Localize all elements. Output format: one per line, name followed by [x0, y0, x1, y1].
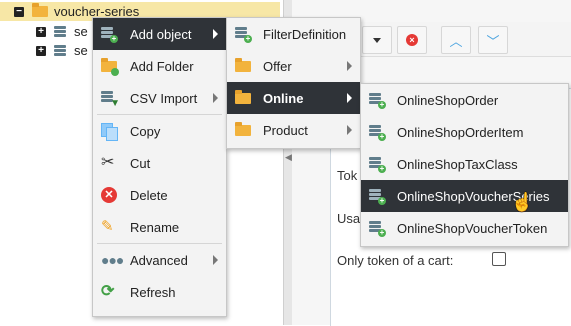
- class-icon: +: [369, 156, 386, 173]
- add-object-icon: +: [101, 26, 118, 43]
- class-icon: +: [369, 220, 386, 237]
- move-up-button[interactable]: ︿: [441, 26, 471, 54]
- only-token-checkbox[interactable]: [492, 252, 506, 266]
- class-icon: +: [235, 26, 252, 43]
- rename-icon: ✎: [101, 218, 114, 235]
- folder-icon: [235, 90, 251, 106]
- menu-item-onlineshoporder[interactable]: + OnlineShopOrder: [361, 84, 568, 116]
- tree-item[interactable]: + se: [36, 22, 88, 41]
- menu-item-csv-import[interactable]: ▼ CSV Import: [93, 82, 226, 114]
- submenu-arrow-icon: [213, 29, 218, 39]
- cut-icon: ✂: [101, 154, 115, 171]
- hand-cursor-icon: ☝: [511, 192, 534, 212]
- class-icon: [54, 44, 68, 58]
- class-icon: +: [369, 92, 386, 109]
- class-icon: [54, 25, 68, 39]
- copy-icon: [101, 123, 118, 141]
- chevron-up-icon: ︿: [449, 33, 463, 49]
- field-label: Only token of a cart:: [337, 253, 454, 268]
- menu-item-filterdefinition[interactable]: + FilterDefinition: [227, 18, 360, 50]
- menu-item-offer[interactable]: Offer: [227, 50, 360, 82]
- menu-item-online[interactable]: Online: [227, 82, 360, 114]
- menu-item-copy[interactable]: Copy: [93, 115, 226, 147]
- menu-item-cut[interactable]: ✂ Cut: [93, 147, 226, 179]
- add-object-submenu: + FilterDefinition Offer Online Product: [226, 17, 361, 149]
- delete-icon: ✕: [101, 187, 117, 203]
- menu-item-add-object[interactable]: + Add object: [93, 18, 226, 50]
- menu-item-rename[interactable]: ✎ Rename: [93, 211, 226, 243]
- menu-item-onlineshoptaxclass[interactable]: + OnlineShopTaxClass: [361, 148, 568, 180]
- class-icon: +: [369, 124, 386, 141]
- chevron-down-icon: [373, 37, 381, 43]
- tree-item[interactable]: + se: [36, 41, 88, 60]
- menu-item-refresh[interactable]: ⟳ Refresh: [93, 276, 226, 308]
- dropdown-button[interactable]: [362, 26, 392, 54]
- field-label: Usa: [337, 211, 361, 226]
- menu-item-advanced[interactable]: ●●● Advanced: [93, 244, 226, 276]
- delete-button[interactable]: ×: [397, 26, 427, 54]
- tree-item-label[interactable]: se: [74, 24, 88, 39]
- refresh-icon: ⟳: [101, 283, 115, 300]
- submenu-arrow-icon: [213, 93, 218, 103]
- move-down-button[interactable]: ﹀: [478, 26, 508, 54]
- context-menu: + Add object Add Folder ▼ CSV Import Cop…: [92, 17, 227, 317]
- tree-item-label[interactable]: se: [74, 43, 88, 58]
- menu-item-onlineshopvouchertoken[interactable]: + OnlineShopVoucherToken: [361, 212, 568, 244]
- chevron-down-icon: ﹀: [486, 33, 500, 49]
- collapse-toggle-icon[interactable]: −: [14, 6, 24, 17]
- expand-toggle-icon[interactable]: +: [36, 45, 46, 56]
- submenu-arrow-icon: [347, 61, 352, 71]
- menu-item-product[interactable]: Product: [227, 114, 360, 146]
- class-icon: +: [369, 188, 386, 205]
- menu-item-onlineshopvoucherseries[interactable]: + OnlineShopVoucherSeries ☝: [361, 180, 568, 212]
- expand-toggle-icon[interactable]: +: [36, 26, 46, 37]
- submenu-arrow-icon: [213, 255, 218, 265]
- folder-icon: [32, 3, 48, 17]
- submenu-arrow-icon: [347, 125, 352, 135]
- menu-item-onlineshoporderitem[interactable]: + OnlineShopOrderItem: [361, 116, 568, 148]
- delete-icon: ×: [406, 34, 418, 46]
- add-folder-icon: [101, 58, 119, 76]
- submenu-arrow-icon: [347, 93, 352, 103]
- field-label: Tok: [337, 168, 358, 183]
- csv-import-icon: ▼: [101, 90, 120, 109]
- menu-item-add-folder[interactable]: Add Folder: [93, 50, 226, 82]
- more-icon: ●●●: [101, 252, 124, 268]
- folder-icon: [235, 58, 251, 74]
- collapse-arrow-icon[interactable]: ◀: [285, 152, 292, 163]
- online-submenu: + OnlineShopOrder + OnlineShopOrderItem …: [360, 83, 569, 247]
- folder-icon: [235, 122, 251, 138]
- menu-item-delete[interactable]: ✕ Delete: [93, 179, 226, 211]
